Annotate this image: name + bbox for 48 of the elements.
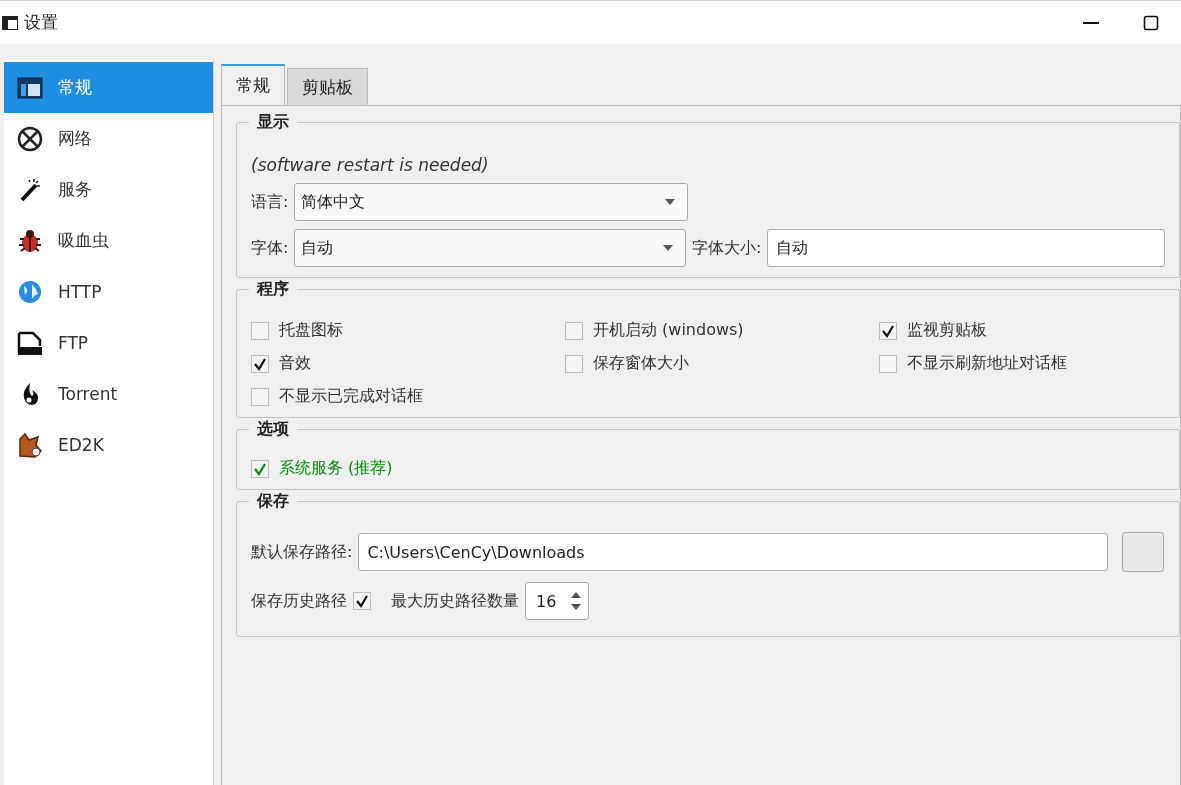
checkbox[interactable]: [251, 387, 269, 406]
tab[interactable]: 常规: [221, 64, 285, 105]
spin-box[interactable]: 16: [525, 582, 590, 620]
field-label: 字体:: [251, 237, 289, 259]
browse-button[interactable]: [1122, 532, 1165, 572]
sidebar-item[interactable]: 网络: [4, 113, 213, 164]
checkbox-label: 保存窗体大小: [593, 353, 689, 374]
field-label: 字体大小:: [692, 237, 762, 259]
sidebar-item[interactable]: HTTP: [4, 266, 213, 317]
checkbox[interactable]: [251, 321, 269, 340]
checkbox-label: 音效: [279, 353, 311, 374]
window-title: 设置: [24, 11, 59, 34]
group-title: 程序: [249, 279, 297, 300]
checkbox-label: 监视剪贴板: [907, 320, 987, 341]
minimize-icon: [1083, 21, 1099, 24]
checkbox-label: 开机启动 (windows): [593, 320, 744, 341]
field-label: 最大历史路径数量: [391, 590, 519, 612]
group-title: 保存: [249, 491, 297, 512]
note-text: (software restart is needed): [251, 155, 490, 175]
caret-icon: [665, 199, 676, 205]
dropdown[interactable]: 简体中文: [294, 183, 689, 221]
tab[interactable]: 剪贴板: [287, 68, 368, 105]
group-title: 显示: [249, 112, 297, 133]
checkbox[interactable]: [879, 321, 897, 340]
checkbox-label: 不显示已完成对话框: [279, 386, 423, 407]
checkbox-label: 托盘图标: [279, 320, 343, 341]
sidebar-item[interactable]: ED2K: [4, 419, 213, 470]
field-label: 默认保存路径:: [251, 541, 353, 563]
input-field[interactable]: C:\Users\CenCy\Downloads: [358, 533, 1109, 571]
checkbox[interactable]: [251, 459, 269, 478]
checkbox-label: 不显示刷新地址对话框: [907, 353, 1067, 374]
checkbox[interactable]: [565, 321, 583, 340]
maximize-icon: [1143, 14, 1159, 31]
checkbox[interactable]: [565, 354, 583, 373]
checkbox[interactable]: [251, 354, 269, 373]
checkbox-label: 系统服务 (推荐): [279, 458, 393, 479]
input-field[interactable]: 自动: [767, 229, 1165, 267]
sidebar-item[interactable]: 服务: [4, 164, 213, 215]
checkbox-label: 保存历史路径: [251, 590, 347, 612]
checkbox[interactable]: [879, 354, 897, 373]
checkbox[interactable]: [353, 592, 371, 610]
sidebar-item[interactable]: FTP: [4, 317, 213, 368]
sidebar-item[interactable]: 吸血虫: [4, 215, 213, 266]
dropdown[interactable]: 自动: [294, 229, 687, 267]
field-label: 语言:: [251, 191, 289, 213]
sidebar-item[interactable]: Torrent: [4, 368, 213, 419]
group-title: 选项: [249, 419, 297, 440]
caret-icon: [663, 245, 674, 251]
